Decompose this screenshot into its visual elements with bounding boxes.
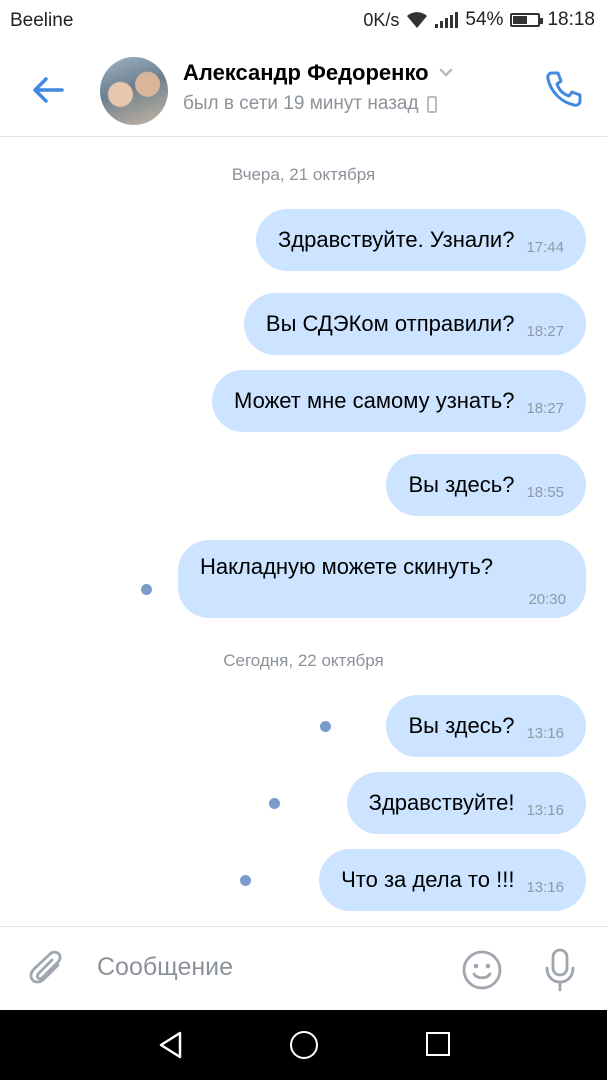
mobile-device-icon <box>426 95 437 113</box>
network-speed: 0K/s <box>363 9 400 30</box>
system-nav-bar <box>0 1010 607 1080</box>
message-bubble[interactable]: Вы здесь? 13:16 <box>386 695 586 757</box>
message-text: Вы здесь? <box>408 472 515 497</box>
unread-dot <box>141 584 152 595</box>
date-separator: Вчера, 21 октября <box>231 165 376 184</box>
status-bar: Beeline 0K/s 54% 18:18 <box>0 0 607 44</box>
unread-dot <box>240 875 251 886</box>
battery-icon <box>510 13 544 27</box>
paperclip-icon[interactable] <box>28 949 68 989</box>
message-input[interactable]: Сообщение <box>97 953 233 982</box>
nav-recents-icon[interactable] <box>426 1032 450 1056</box>
contact-info[interactable]: Александр Федоренко был в сети 19 минут … <box>183 60 453 115</box>
chevron-down-icon <box>439 68 452 77</box>
message-time: 18:27 <box>526 399 564 417</box>
message-text: Здравствуйте. Узнали? <box>277 227 515 252</box>
unread-dot <box>269 798 280 809</box>
smiley-icon[interactable] <box>461 949 503 991</box>
message-time: 20:30 <box>528 591 566 608</box>
wifi-icon <box>407 12 428 28</box>
message-bubble[interactable]: Что за дела то !!! 13:16 <box>319 849 586 911</box>
message-bubble[interactable]: Накладную можете скинуть? 20:30 <box>178 540 586 618</box>
avatar[interactable] <box>100 57 168 125</box>
last-seen-status: был в сети 19 минут назад <box>183 93 419 114</box>
chat-header: Александр Федоренко был в сети 19 минут … <box>0 44 607 137</box>
nav-home-icon[interactable] <box>290 1031 318 1059</box>
message-time: 18:55 <box>526 483 564 501</box>
message-bubble[interactable]: Может мне самому узнать? 18:27 <box>212 370 586 432</box>
signal-icon <box>435 12 459 28</box>
clock: 18:18 <box>547 9 595 30</box>
message-text: Накладную можете скинуть? <box>200 554 494 579</box>
message-time: 13:16 <box>526 878 564 896</box>
message-text: Здравствуйте! <box>368 790 515 815</box>
unread-dot <box>320 721 331 732</box>
message-bubble[interactable]: Вы здесь? 18:55 <box>386 454 586 516</box>
message-text: Вы здесь? <box>408 713 515 738</box>
message-bubble[interactable]: Здравствуйте. Узнали? 17:44 <box>255 209 586 271</box>
message-text: Что за дела то !!! <box>341 867 515 892</box>
nav-back-icon[interactable] <box>156 1030 184 1060</box>
message-time: 17:44 <box>526 238 564 256</box>
message-list[interactable]: Вчера, 21 октября Здравствуйте. Узнали? … <box>0 137 607 926</box>
microphone-icon[interactable] <box>540 947 580 993</box>
date-separator: Сегодня, 22 октября <box>223 651 384 670</box>
arrow-left-icon[interactable] <box>28 70 68 110</box>
message-time: 13:16 <box>526 801 564 819</box>
contact-name: Александр Федоренко <box>183 60 429 85</box>
message-time: 18:27 <box>526 322 564 340</box>
message-composer: Сообщение <box>0 926 607 1011</box>
message-bubble[interactable]: Здравствуйте! 13:16 <box>346 772 586 834</box>
message-bubble[interactable]: Вы СДЭКом отправили? 18:27 <box>243 293 586 355</box>
message-text: Может мне самому узнать? <box>234 388 515 413</box>
carrier-name: Beeline <box>10 10 74 31</box>
phone-icon[interactable] <box>543 68 583 110</box>
message-text: Вы СДЭКом отправили? <box>265 311 515 336</box>
message-time: 13:16 <box>526 724 564 742</box>
battery-percent: 54% <box>465 9 504 30</box>
